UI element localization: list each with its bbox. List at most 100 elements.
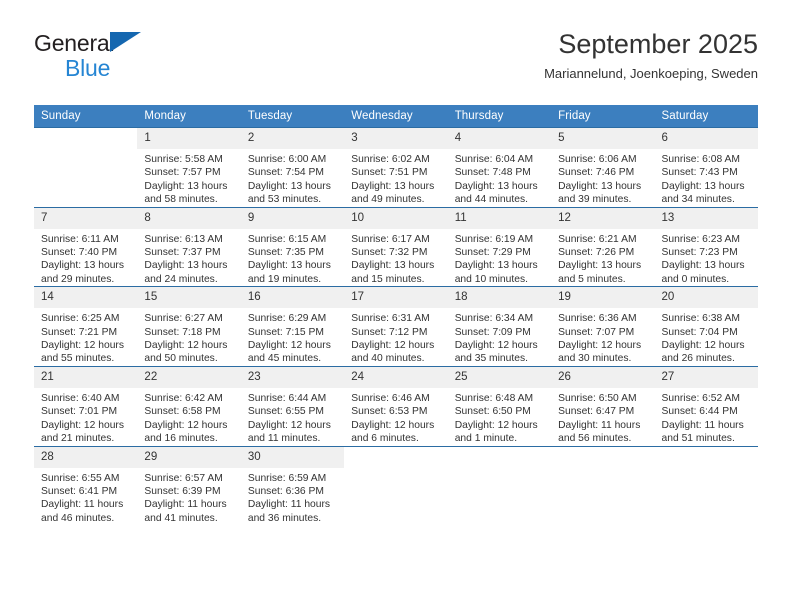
day-number: 9	[240, 207, 345, 229]
day-details: Sunrise: 6:57 AM Sunset: 6:39 PM Daylight:…	[137, 468, 240, 526]
daylight-text-line2: and 6 minutes.	[351, 433, 419, 445]
calendar-day-cell[interactable]: 14 Sunrise: 6:25 AM Sunset: 7:21 PM Dayligh…	[34, 286, 138, 367]
day-number: 10	[344, 207, 448, 229]
daylight-text-line1: Daylight: 12 hours	[144, 419, 228, 431]
sunset-text: Sunset: 7:48 PM	[454, 167, 531, 179]
day-details: Sunrise: 6:59 AM Sunset: 6:36 PM Daylight:…	[241, 468, 344, 526]
sunset-text: Sunset: 7:51 PM	[351, 167, 428, 179]
daylight-text-line1: Daylight: 12 hours	[41, 419, 124, 431]
sunrise-text: Sunrise: 6:06 AM	[558, 154, 637, 165]
calendar-day-cell[interactable]: 25 Sunrise: 6:48 AM Sunset: 6:50 PM Dayligh…	[447, 365, 552, 446]
daylight-text-line2: and 5 minutes.	[558, 273, 626, 285]
calendar-day-cell[interactable]: 15 Sunrise: 6:27 AM Sunset: 7:18 PM Dayligh…	[137, 286, 241, 367]
calendar-day-cell[interactable]: 5 Sunrise: 6:06 AM Sunset: 7:46 PM Daylight…	[551, 127, 655, 208]
calendar-day-cell[interactable]: 27 Sunrise: 6:52 AM Sunset: 6:44 PM Dayligh…	[654, 365, 758, 446]
calendar-day-cell[interactable]: 3 Sunrise: 6:02 AM Sunset: 7:51 PM Daylight…	[344, 127, 448, 208]
calendar-day-cell[interactable]: 20 Sunrise: 6:38 AM Sunset: 7:04 PM Dayligh…	[654, 286, 758, 367]
sunset-text: Sunset: 7:23 PM	[661, 247, 738, 259]
day-number	[447, 446, 552, 468]
calendar-day-cell[interactable]: 2 Sunrise: 6:00 AM Sunset: 7:54 PM Daylight…	[240, 127, 345, 208]
sunset-text: Sunset: 7:04 PM	[661, 326, 738, 338]
calendar-day-cell[interactable]: 12 Sunrise: 6:21 AM Sunset: 7:26 PM Dayligh…	[551, 206, 655, 287]
sunrise-text: Sunrise: 6:13 AM	[144, 233, 223, 245]
sunrise-text: Sunrise: 6:57 AM	[144, 472, 223, 484]
calendar-day-cell[interactable]: 7 Sunrise: 6:11 AM Sunset: 7:40 PM Daylight…	[34, 206, 138, 287]
sunrise-text: Sunrise: 6:19 AM	[454, 233, 534, 245]
calendar-day-cell[interactable]: 28 Sunrise: 6:55 AM Sunset: 6:41 PM Dayligh…	[34, 445, 138, 526]
daylight-text-line2: and 49 minutes.	[351, 194, 425, 206]
sunrise-text: Sunrise: 6:42 AM	[144, 392, 223, 404]
daylight-text-line2: and 0 minutes.	[661, 273, 730, 285]
daylight-text-line2: and 40 minutes.	[351, 353, 425, 365]
calendar-day-cell[interactable]: 22 Sunrise: 6:42 AM Sunset: 6:58 PM Dayligh…	[137, 365, 241, 446]
day-number: 17	[344, 287, 448, 309]
sunrise-text: Sunrise: 6:23 AM	[661, 233, 740, 245]
sunset-text: Sunset: 6:47 PM	[558, 406, 635, 418]
calendar-day-cell[interactable]: 30 Sunrise: 6:59 AM Sunset: 6:36 PM Dayligh…	[240, 445, 345, 526]
calendar-week-row: 21 Sunrise: 6:40 AM Sunset: 7:01 PM Dayligh…	[34, 365, 758, 446]
sunset-text: Sunset: 7:57 PM	[144, 167, 221, 179]
calendar-day-cell[interactable]: 21 Sunrise: 6:40 AM Sunset: 7:01 PM Dayligh…	[34, 365, 138, 446]
sunrise-text: Sunrise: 6:02 AM	[351, 154, 430, 165]
calendar-day-cell[interactable]: 1 Sunrise: 5:58 AM Sunset: 7:57 PM Daylight…	[137, 127, 241, 208]
calendar-day-cell[interactable]: 11 Sunrise: 6:19 AM Sunset: 7:29 PM Dayligh…	[447, 206, 552, 287]
calendar-day-cell[interactable]: 23 Sunrise: 6:44 AM Sunset: 6:55 PM Dayligh…	[240, 365, 345, 446]
daylight-text-line1: Daylight: 12 hours	[558, 340, 642, 352]
daylight-text-line2: and 10 minutes.	[454, 273, 528, 285]
sunrise-text: Sunrise: 6:36 AM	[558, 313, 637, 325]
daylight-text-line2: and 44 minutes.	[454, 194, 528, 206]
daylight-text-line1: Daylight: 11 hours	[247, 499, 331, 511]
calendar-day-cell[interactable]: 16 Sunrise: 6:29 AM Sunset: 7:15 PM Dayligh…	[240, 286, 345, 367]
calendar-day-cell[interactable]: 19 Sunrise: 6:36 AM Sunset: 7:07 PM Dayligh…	[551, 286, 655, 367]
sunset-text: Sunset: 7:29 PM	[454, 247, 531, 259]
sunrise-text: Sunrise: 6:40 AM	[41, 392, 120, 404]
daylight-text-line1: Daylight: 13 hours	[144, 180, 228, 192]
daylight-text-line1: Daylight: 12 hours	[41, 340, 124, 352]
brand-logo[interactable]: General Blue	[34, 32, 234, 90]
daylight-text-line1: Daylight: 11 hours	[558, 419, 641, 431]
calendar-week-row: 28 Sunrise: 6:55 AM Sunset: 6:41 PM Dayligh…	[34, 445, 758, 526]
calendar-day-cell[interactable]: 17 Sunrise: 6:31 AM Sunset: 7:12 PM Dayligh…	[344, 286, 448, 367]
calendar-day-cell[interactable]: 6 Sunrise: 6:08 AM Sunset: 7:43 PM Daylight…	[654, 127, 758, 208]
daylight-text-line2: and 29 minutes.	[41, 273, 115, 285]
sunset-text: Sunset: 7:37 PM	[144, 247, 221, 259]
day-details: Sunrise: 6:21 AM Sunset: 7:26 PM Daylight:…	[551, 229, 654, 287]
calendar-cell-empty	[654, 445, 758, 526]
sunrise-text: Sunrise: 6:46 AM	[351, 392, 430, 404]
sunset-text: Sunset: 6:39 PM	[144, 485, 221, 497]
day-number: 19	[551, 287, 655, 309]
page-title: September 2025	[558, 29, 758, 59]
day-details: Sunrise: 6:38 AM Sunset: 7:04 PM Daylight:…	[655, 308, 758, 366]
calendar-day-cell[interactable]: 26 Sunrise: 6:50 AM Sunset: 6:47 PM Dayligh…	[551, 365, 655, 446]
day-number: 24	[344, 366, 448, 388]
daylight-text-line1: Daylight: 13 hours	[558, 260, 642, 272]
day-details: Sunrise: 6:15 AM Sunset: 7:35 PM Daylight:…	[241, 229, 344, 287]
calendar-day-cell[interactable]: 9 Sunrise: 6:15 AM Sunset: 7:35 PM Daylight…	[240, 206, 345, 287]
calendar-day-cell[interactable]: 10 Sunrise: 6:17 AM Sunset: 7:32 PM Dayligh…	[344, 206, 448, 287]
daylight-text-line2: and 34 minutes.	[661, 194, 735, 206]
calendar-cell-empty	[551, 445, 655, 526]
calendar-day-cell[interactable]: 8 Sunrise: 6:13 AM Sunset: 7:37 PM Daylight…	[137, 206, 241, 287]
daylight-text-line1: Daylight: 13 hours	[247, 260, 331, 272]
calendar-day-cell[interactable]: 4 Sunrise: 6:04 AM Sunset: 7:48 PM Daylight…	[447, 127, 552, 208]
daylight-text-line2: and 15 minutes.	[351, 273, 425, 285]
sunset-text: Sunset: 7:01 PM	[41, 406, 118, 418]
sunrise-text: Sunrise: 6:17 AM	[351, 233, 430, 245]
day-details: Sunrise: 6:25 AM Sunset: 7:21 PM Daylight:…	[34, 308, 137, 366]
daylight-text-line1: Daylight: 12 hours	[454, 340, 538, 352]
day-number: 5	[551, 128, 655, 149]
day-details: Sunrise: 6:13 AM Sunset: 7:37 PM Daylight:…	[137, 229, 240, 287]
sunset-text: Sunset: 7:54 PM	[247, 167, 324, 179]
daylight-text-line1: Daylight: 12 hours	[247, 419, 331, 431]
calendar-day-cell[interactable]: 13 Sunrise: 6:23 AM Sunset: 7:23 PM Dayligh…	[654, 206, 758, 287]
sunset-text: Sunset: 6:58 PM	[144, 406, 221, 418]
day-number: 18	[447, 287, 552, 309]
sunrise-text: Sunrise: 6:25 AM	[41, 313, 120, 325]
calendar-day-cell[interactable]: 18 Sunrise: 6:34 AM Sunset: 7:09 PM Dayligh…	[447, 286, 552, 367]
calendar-day-cell[interactable]: 24 Sunrise: 6:46 AM Sunset: 6:53 PM Dayligh…	[344, 365, 448, 446]
daylight-text-line1: Daylight: 13 hours	[558, 180, 642, 192]
calendar-day-cell[interactable]: 29 Sunrise: 6:57 AM Sunset: 6:39 PM Dayligh…	[137, 445, 241, 526]
daylight-text-line2: and 51 minutes.	[661, 433, 735, 445]
daylight-text-line2: and 45 minutes.	[247, 353, 322, 365]
calendar-table: Sunday Monday Tuesday Wednesday Thursday…	[34, 105, 758, 526]
